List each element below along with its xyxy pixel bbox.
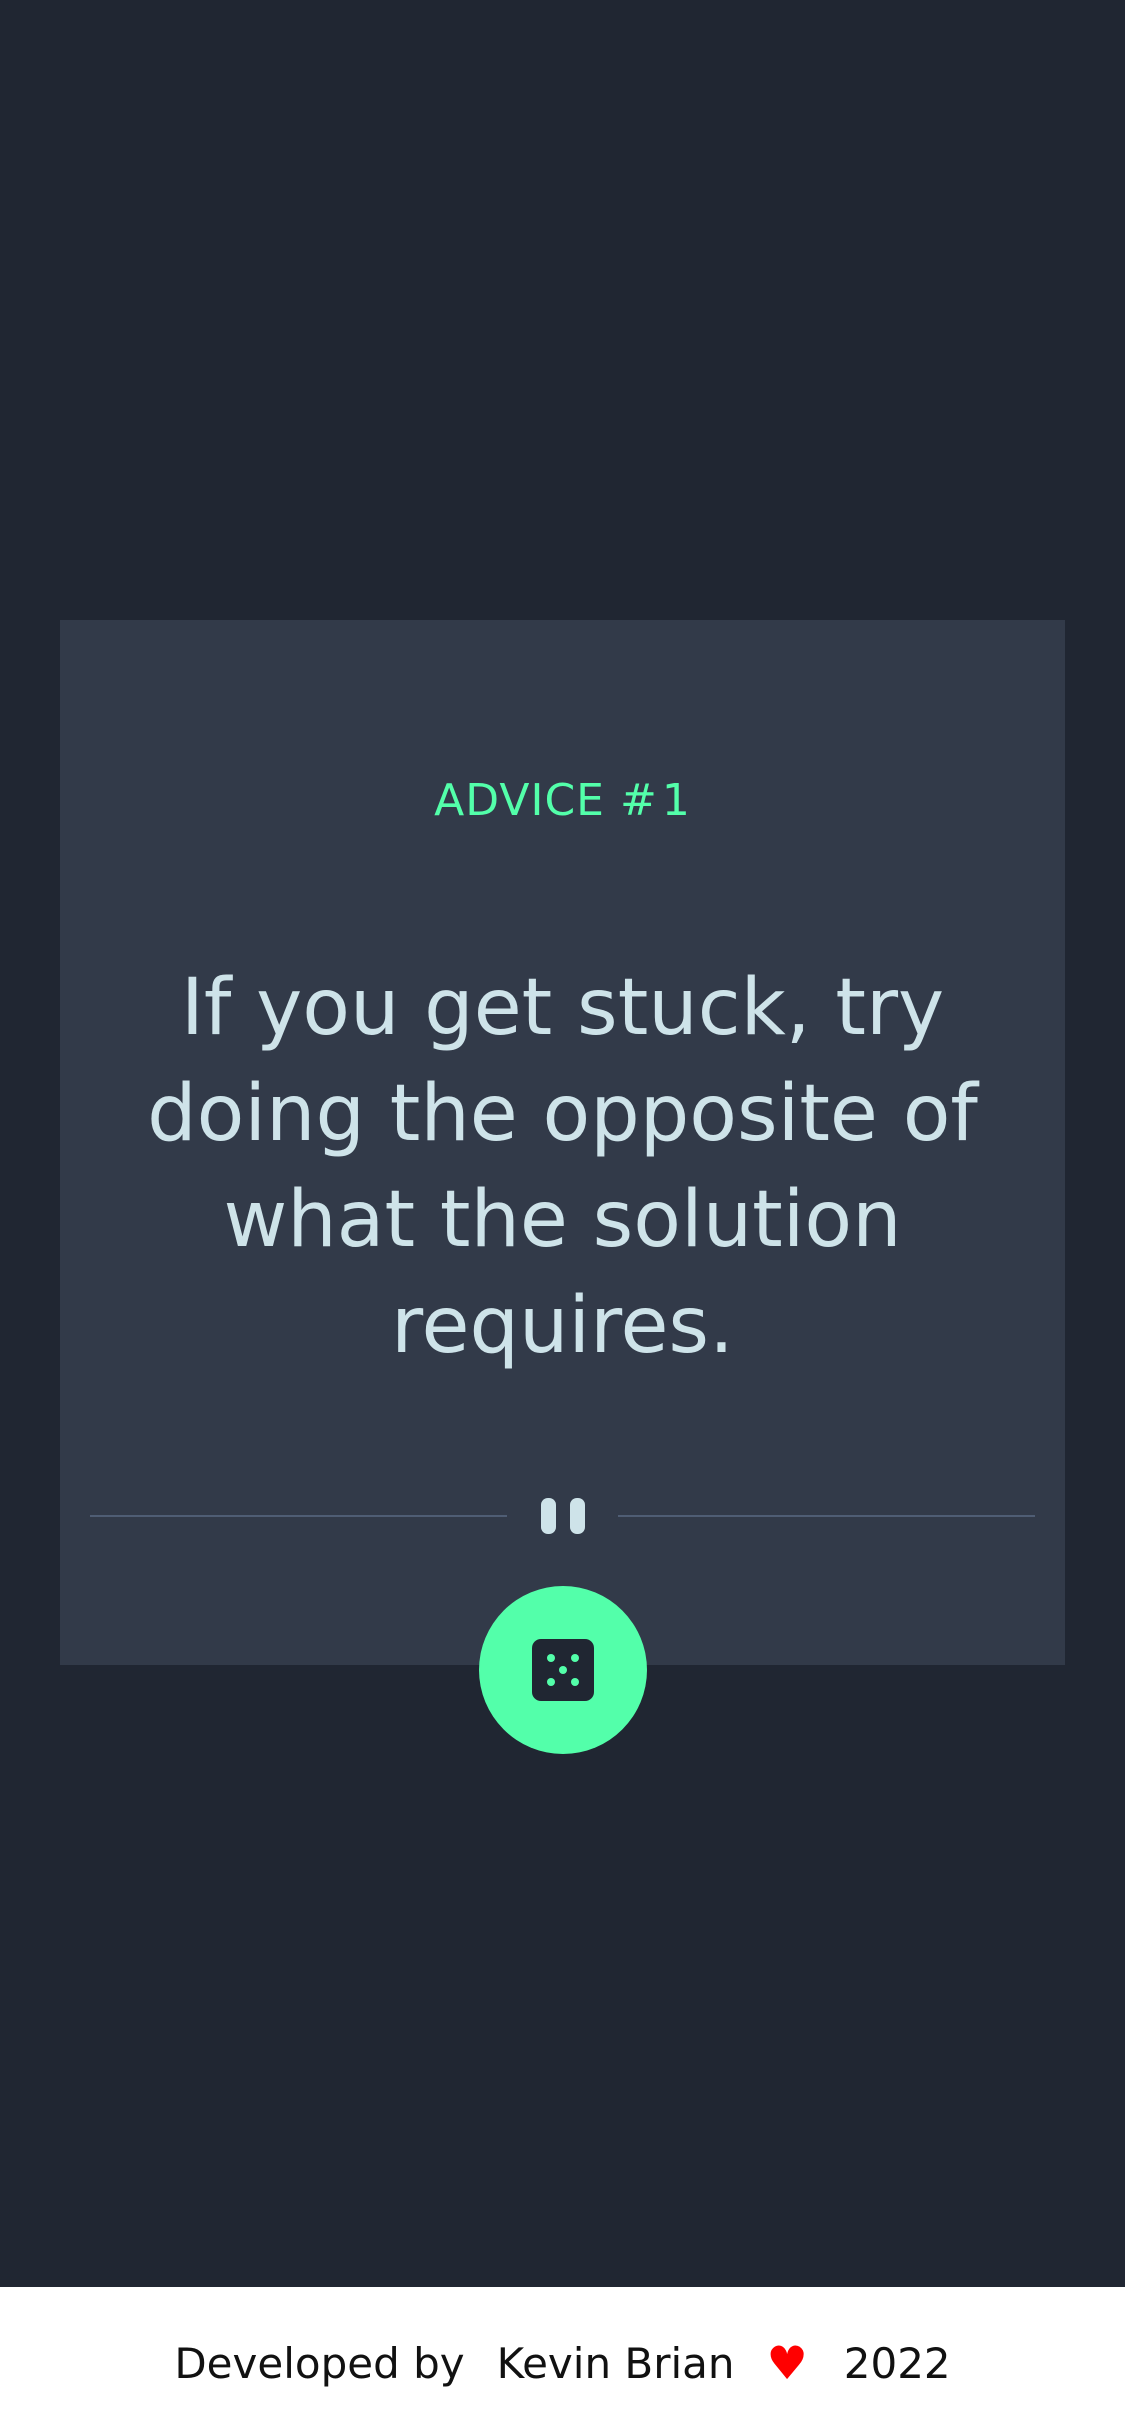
new-advice-button[interactable]	[479, 1586, 647, 1754]
dice-icon	[532, 1639, 594, 1701]
advice-card: ADVICE #1 If you get stuck, try doing th…	[60, 620, 1065, 1665]
footer-prefix: Developed by	[174, 2338, 465, 2388]
pause-icon	[541, 1498, 585, 1534]
advice-quote: If you get stuck, try doing the opposite…	[147, 963, 978, 1371]
divider-line-right	[618, 1515, 1035, 1517]
divider-line-left	[90, 1515, 507, 1517]
divider	[90, 1496, 1035, 1536]
advice-label: ADVICE #	[434, 775, 658, 826]
advice-number: 1	[661, 775, 691, 826]
footer: Developed by Kevin Brian ♥ 2022	[0, 2287, 1125, 2436]
heart-icon: ♥	[766, 2336, 808, 2390]
footer-year: 2022	[843, 2338, 951, 2388]
author-link[interactable]: Kevin Brian	[497, 2339, 735, 2388]
advice-heading: ADVICE #1	[60, 775, 1065, 826]
footer-credit: Developed by Kevin Brian ♥ 2022	[0, 2333, 1125, 2393]
